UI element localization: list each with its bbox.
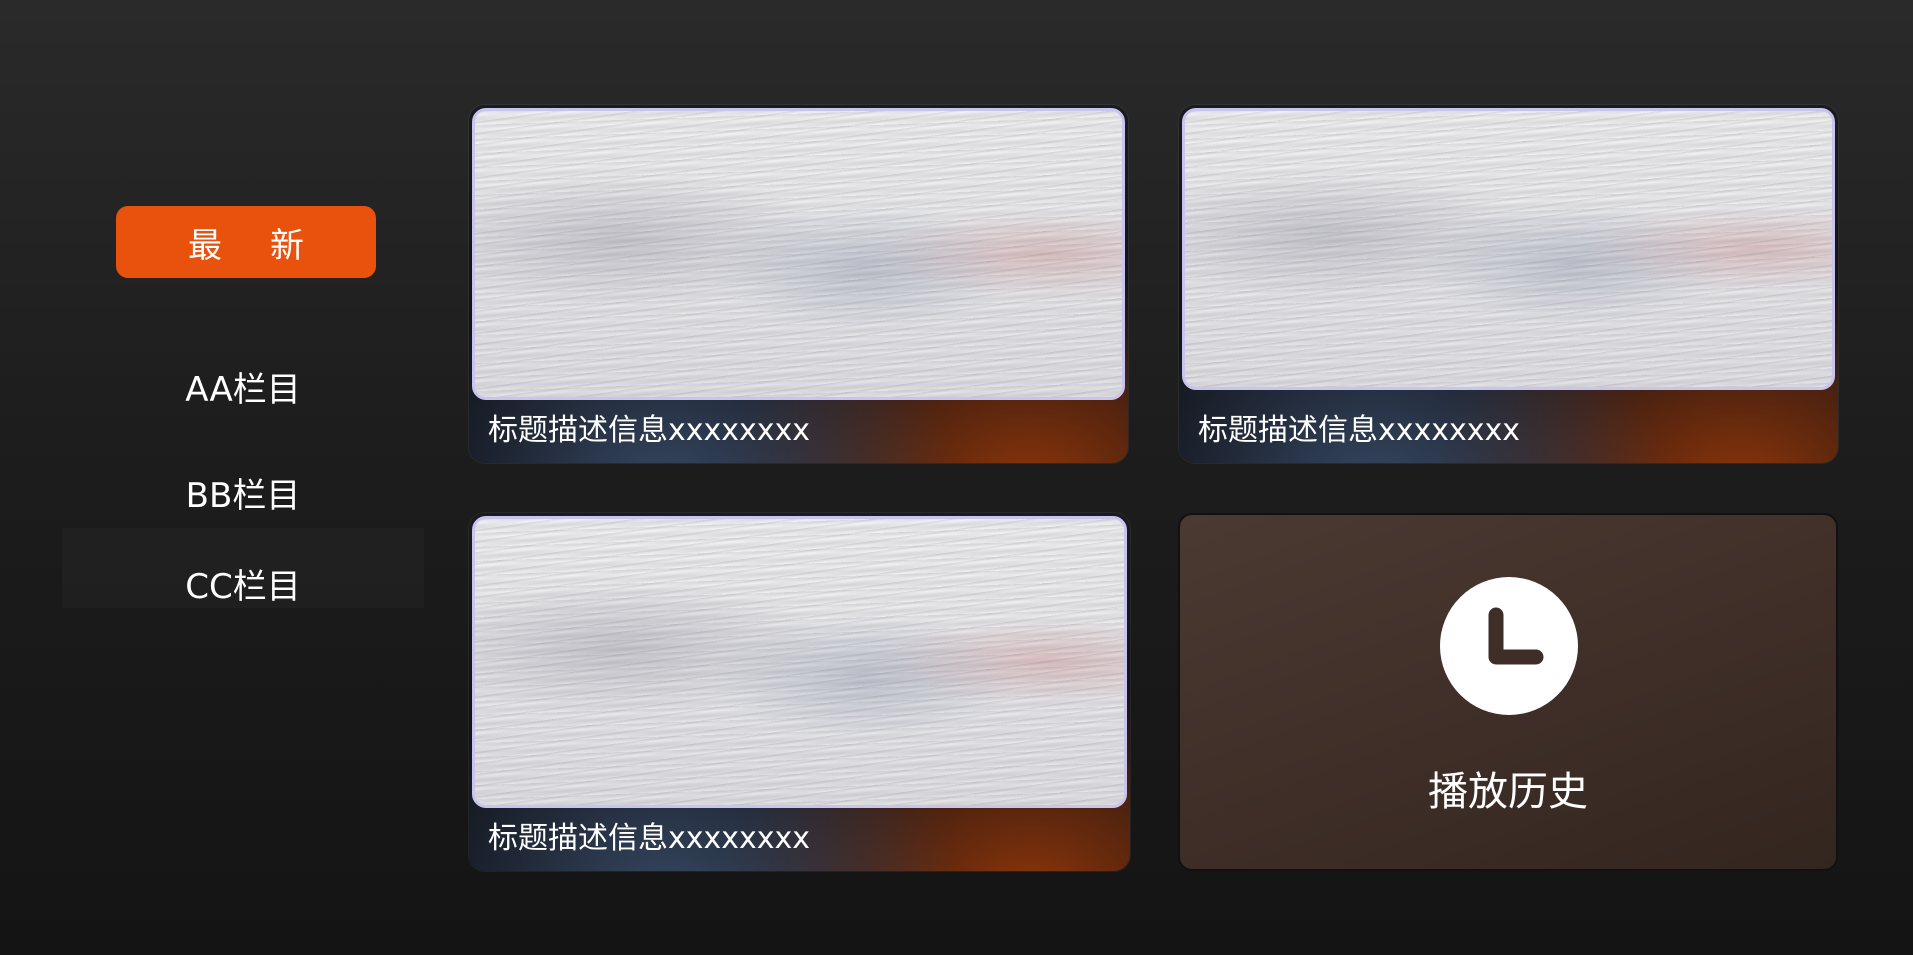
nav-item-bb[interactable]: BB栏目: [62, 466, 424, 518]
nav-item-aa[interactable]: AA栏目: [62, 360, 424, 412]
nav-item-aa-label: AA栏目: [185, 369, 301, 410]
video-card-caption: 标题描述信息xxxxxxxx: [488, 413, 811, 448]
video-card[interactable]: 标题描述信息xxxxxxxx: [1179, 105, 1838, 463]
video-thumbnail: [1182, 108, 1835, 390]
nav-item-cc[interactable]: CC栏目: [62, 528, 424, 608]
clock-icon-glyph: [1488, 607, 1544, 665]
video-thumbnail: [472, 108, 1125, 400]
video-thumbnail: [472, 516, 1127, 808]
video-card[interactable]: 标题描述信息xxxxxxxx: [469, 513, 1130, 871]
sidebar: 最新 AA栏目 BB栏目 CC栏目: [0, 0, 440, 955]
clock-icon: [1440, 577, 1578, 715]
play-history-card[interactable]: 播放历史: [1178, 513, 1838, 871]
nav-item-bb-label: BB栏目: [185, 475, 301, 516]
video-card-caption: 标题描述信息xxxxxxxx: [488, 821, 811, 856]
play-history-label: 播放历史: [1428, 769, 1588, 815]
nav-item-latest-label: 最新: [188, 225, 352, 266]
nav-item-cc-label: CC栏目: [185, 566, 301, 607]
nav-item-latest[interactable]: 最新: [116, 206, 376, 278]
video-card-caption: 标题描述信息xxxxxxxx: [1198, 413, 1521, 448]
video-card[interactable]: 标题描述信息xxxxxxxx: [469, 105, 1128, 463]
